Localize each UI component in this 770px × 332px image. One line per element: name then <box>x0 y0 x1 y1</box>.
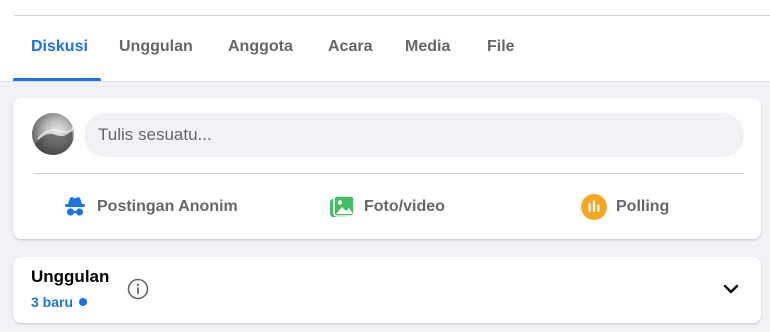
chevron-down-icon[interactable] <box>721 279 741 299</box>
new-indicator-dot <box>79 298 88 306</box>
featured-title: Unggulan <box>31 267 110 286</box>
group-page: Diskusi Unggulan Anggota Acara Media Fil… <box>0 0 770 332</box>
tab-acara[interactable]: Acara <box>328 38 372 56</box>
photo-video-icon <box>328 193 356 221</box>
tab-unggulan[interactable]: Unggulan <box>119 38 193 56</box>
composer-divider <box>33 173 744 174</box>
photo-video-label: Foto/video <box>364 198 445 215</box>
tab-diskusi[interactable]: Diskusi <box>31 38 88 56</box>
group-tab-bar: Diskusi Unggulan Anggota Acara Media Fil… <box>0 0 770 82</box>
active-tab-indicator <box>13 78 101 81</box>
header-divider <box>14 15 770 16</box>
tab-media[interactable]: Media <box>405 38 450 56</box>
tab-file[interactable]: File <box>487 38 515 56</box>
poll-label: Polling <box>616 198 670 215</box>
avatar[interactable] <box>32 113 74 155</box>
poll-button[interactable]: Polling <box>580 191 669 223</box>
anonymous-post-label: Postingan Anonim <box>97 198 238 215</box>
tab-anggota[interactable]: Anggota <box>228 38 293 56</box>
anonymous-post-button[interactable]: Postingan Anonim <box>61 191 238 223</box>
featured-section[interactable]: Unggulan 3 baru <box>13 257 761 323</box>
featured-new-count: 3 baru <box>31 294 88 310</box>
new-count-text: 3 baru <box>31 294 74 310</box>
poll-icon <box>580 193 608 221</box>
anonymous-icon <box>61 193 89 221</box>
post-input[interactable] <box>84 113 744 157</box>
photo-video-button[interactable]: Foto/video <box>328 191 445 223</box>
post-composer: Postingan Anonim Foto/video <box>13 98 761 239</box>
info-icon[interactable] <box>127 278 149 300</box>
